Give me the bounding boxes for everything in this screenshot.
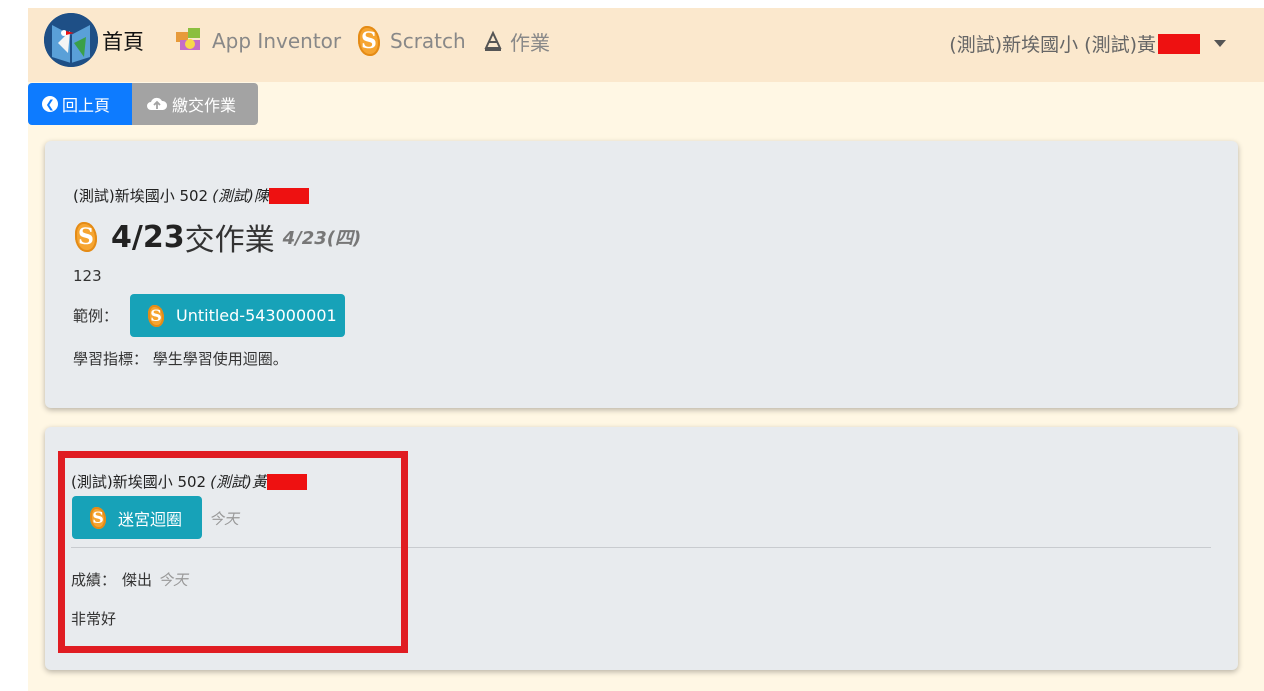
app-inventor-icon — [174, 26, 206, 56]
scratch-icon: S — [358, 26, 380, 56]
user-name: (測試)新埃國小 (測試)黃 — [949, 34, 1156, 56]
nav-home-label: 首頁 — [102, 30, 144, 54]
chevron-left-circle-icon: ❮ — [42, 96, 58, 112]
nav-home[interactable]: 首頁 — [102, 24, 144, 58]
nav-app-inventor[interactable]: App Inventor — [174, 24, 341, 58]
submit-homework-button[interactable]: 繳交作業 — [132, 83, 258, 125]
assignment-title-rest: 交作業 — [184, 223, 275, 258]
cloud-upload-icon — [146, 96, 168, 112]
caret-down-icon — [1214, 40, 1226, 47]
assignment-school: (測試)新埃國小 502 — [73, 187, 209, 205]
homework-icon — [482, 30, 504, 52]
assignment-meta: (測試)新埃國小 502 (測試)陳 — [73, 185, 309, 206]
submit-homework-label: 繳交作業 — [172, 96, 237, 115]
example-project-button[interactable]: S Untitled-543000001 — [130, 294, 345, 337]
example-project-label: Untitled-543000001 — [176, 306, 337, 325]
redaction-block — [1158, 33, 1200, 54]
nav-scratch-label: Scratch — [390, 29, 466, 53]
assignment-description: 123 — [73, 267, 102, 285]
back-button[interactable]: ❮ 回上頁 — [28, 83, 132, 125]
navbar: 首頁 App Inventor S Scratch 作業 (測試)新埃國小 (測… — [28, 8, 1264, 82]
redaction-block — [268, 187, 309, 204]
assignment-teacher: (測試)陳 — [212, 187, 269, 205]
learning-objective: 學習指標： 學生學習使用迴圈。 — [73, 350, 288, 368]
nav-scratch[interactable]: S Scratch — [358, 24, 466, 58]
example-label: 範例： — [73, 307, 119, 325]
assignment-title-bold: 4/23 — [111, 219, 185, 255]
scratch-icon: S — [75, 222, 97, 252]
highlight-box — [58, 451, 408, 653]
nav-homework-label: 作業 — [510, 30, 550, 55]
assignment-date: 4/23(四) — [282, 228, 362, 249]
nav-app-inventor-label: App Inventor — [212, 29, 342, 53]
back-button-label: 回上頁 — [62, 96, 111, 115]
assignment-card: (測試)新埃國小 502 (測試)陳 S 4/23 交作業 4/23(四) 12… — [45, 141, 1238, 408]
scratch-icon: S — [148, 304, 164, 327]
user-menu[interactable]: (測試)新埃國小 (測試)黃 — [949, 30, 1226, 57]
assignment-title: S 4/23 交作業 4/23(四) — [75, 215, 361, 259]
site-logo-icon[interactable] — [44, 13, 98, 67]
nav-homework[interactable]: 作業 — [482, 24, 550, 58]
